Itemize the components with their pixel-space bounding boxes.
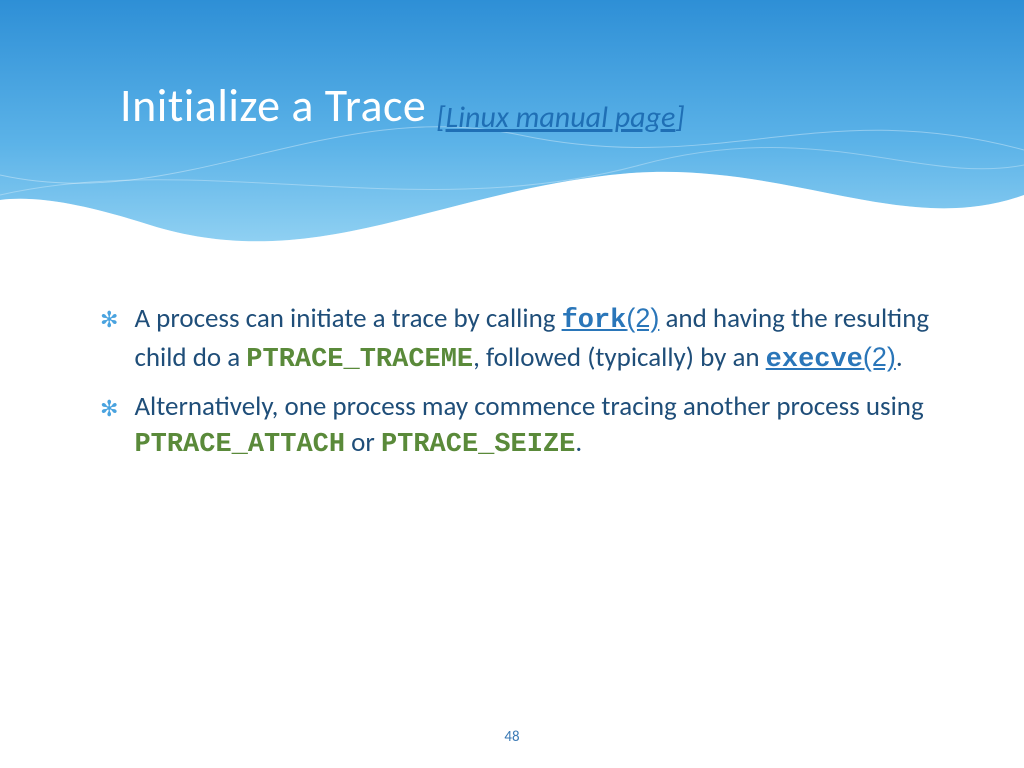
page-number: 48: [0, 728, 1024, 746]
bracket-close: ]: [675, 99, 684, 136]
ptrace-seize-code: PTRACE_SEIZE: [381, 430, 575, 460]
bullet-star-icon: ✻: [100, 302, 118, 338]
slide-title-area: Initialize a Trace [Linux manual page]: [120, 78, 685, 134]
text-fragment: , followed (typically) by an: [473, 341, 766, 374]
text-fragment: A process can initiate a trace by callin…: [134, 302, 561, 335]
fork-link[interactable]: fork(2): [562, 306, 660, 336]
execve-link[interactable]: execve(2): [766, 345, 896, 375]
bullet-text: A process can initiate a trace by callin…: [134, 300, 934, 379]
wave-header-background: [0, 0, 1024, 280]
text-fragment: execve: [766, 345, 863, 375]
bracket-open: [: [436, 99, 445, 136]
subtitle-brackets: [Linux manual page]: [436, 99, 684, 136]
slide-body: ✻ A process can initiate a trace by call…: [100, 300, 934, 474]
text-fragment: fork: [562, 306, 627, 336]
list-item: ✻ A process can initiate a trace by call…: [100, 300, 934, 379]
text-fragment: .: [896, 341, 903, 374]
text-fragment: (2): [863, 342, 896, 372]
text-fragment: or: [345, 426, 381, 459]
bullet-text: Alternatively, one process may commence …: [134, 389, 934, 464]
bullet-star-icon: ✻: [100, 391, 118, 427]
linux-manual-page-link[interactable]: Linux manual page: [446, 99, 676, 136]
text-fragment: Alternatively, one process may commence …: [134, 390, 923, 423]
text-fragment: .: [575, 426, 582, 459]
ptrace-attach-code: PTRACE_ATTACH: [134, 430, 345, 460]
ptrace-traceme-code: PTRACE_TRACEME: [246, 345, 473, 375]
slide-title: Initialize a Trace: [120, 78, 426, 134]
text-fragment: (2): [626, 303, 659, 333]
list-item: ✻ Alternatively, one process may commenc…: [100, 389, 934, 464]
